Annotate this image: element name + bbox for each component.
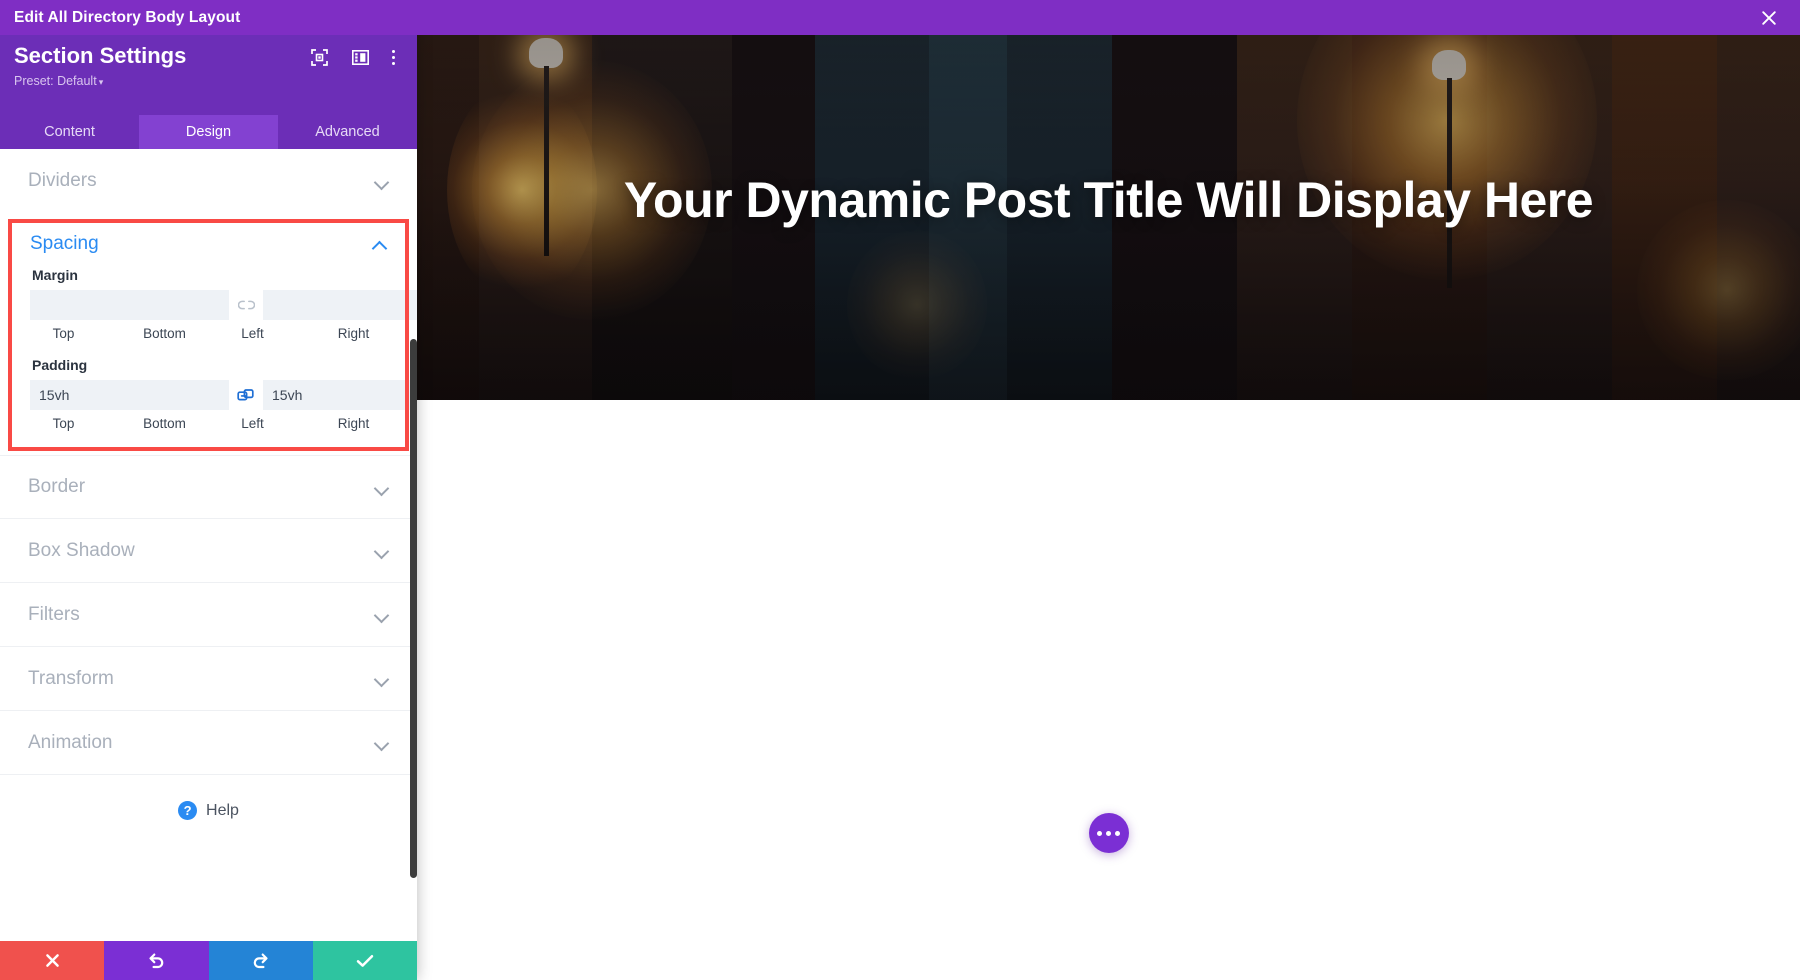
margin-top-label: Top [52,326,75,341]
panel-scrollbar[interactable] [410,149,417,941]
link-connected-icon[interactable] [229,380,263,410]
page-body-area [417,400,1800,980]
preset-selector[interactable]: Preset: Default ▾ [14,74,186,88]
chevron-down-icon [375,674,389,683]
section-settings-panel: Edit All Directory Body Layout Section S… [0,0,417,980]
ellipsis-icon [1097,830,1102,836]
check-icon [356,954,374,967]
chevron-down-icon [375,546,389,555]
padding-bottom-input[interactable] [263,380,417,410]
preset-label: Preset: Default [14,74,97,89]
margin-labels-row: Top Bottom Left Right [30,326,387,341]
padding-labels-row: Top Bottom Left Right [30,416,387,431]
accordion-spacing-label: Spacing [30,233,99,254]
padding-group-label: Padding [32,357,88,373]
divi-visual-builder-screen: Edit All Directory Body Layout Section S… [0,0,1800,980]
question-circle-icon: ? [178,801,198,820]
panel-action-bar [0,941,417,980]
close-window-button[interactable] [1758,7,1780,29]
accordion-box-shadow[interactable]: Box Shadow [0,519,417,583]
accordion-box-shadow-label: Box Shadow [28,539,135,561]
accordion-spacing-header[interactable]: Spacing [30,233,387,255]
accordion-transform-label: Transform [28,667,114,689]
settings-tabs: Content Design Advanced [0,115,417,149]
link-broken-icon[interactable] [229,290,263,320]
accordion-filters-label: Filters [28,603,80,625]
scrollbar-thumb[interactable] [410,339,417,878]
ellipsis-icon [1106,830,1111,836]
accordion-border-label: Border [28,476,86,497]
padding-top-label: Top [52,416,75,431]
accordion-dividers-label: Dividers [28,170,97,191]
window-titlebar: Edit All Directory Body Layout [0,0,417,35]
accordion-border[interactable]: Border [0,455,417,519]
chevron-down-icon [375,177,389,186]
margin-top-input[interactable] [30,290,229,320]
page-title: Section Settings [14,43,187,68]
accordion-transform[interactable]: Transform [0,647,417,711]
panel-header: Section Settings Preset: Default ▾ [0,35,417,115]
window-titlebar-right [417,0,1800,35]
ellipsis-icon [1115,830,1120,836]
margin-bottom-label: Bottom [143,326,186,341]
padding-top-input[interactable] [30,380,229,410]
close-icon [1762,11,1776,25]
tab-content[interactable]: Content [0,115,139,149]
tab-advanced[interactable]: Advanced [278,115,417,149]
cancel-button[interactable] [0,941,105,980]
accordion-filters[interactable]: Filters [0,583,417,647]
margin-bottom-input[interactable] [263,290,417,320]
chevron-down-icon: ▾ [98,77,104,88]
page-settings-button[interactable] [1088,813,1129,853]
more-vertical-icon[interactable] [392,49,395,65]
page-preview: Your Dynamic Post Title Will Display Her… [417,0,1800,980]
accordion-animation-label: Animation [28,731,113,753]
margin-left-label: Left [241,326,264,341]
redo-button[interactable] [208,941,313,980]
undo-icon [149,953,164,969]
margin-right-label: Right [337,326,370,341]
help-label: Help [206,801,239,819]
margin-fields-row [30,290,417,320]
layout-columns-icon[interactable] [351,48,369,66]
close-icon [45,954,59,967]
window-title: Edit All Directory Body Layout [14,8,241,26]
padding-bottom-label: Bottom [143,416,186,431]
focus-target-icon[interactable] [310,48,328,66]
hero-section[interactable]: Your Dynamic Post Title Will Display Her… [417,0,1800,400]
chevron-down-icon [375,738,389,747]
save-button[interactable] [312,941,417,980]
chevron-down-icon [375,610,389,619]
hero-title: Your Dynamic Post Title Will Display Her… [623,172,1594,228]
padding-right-label: Right [337,416,370,431]
settings-scroll-area[interactable]: Dividers Spacing Margin Top Bottom Left … [0,149,417,941]
undo-button[interactable] [104,941,209,980]
accordion-animation[interactable]: Animation [0,711,417,775]
accordion-spacing: Spacing Margin Top Bottom Left Right Pad… [8,219,417,451]
tab-design[interactable]: Design [139,115,278,149]
chevron-up-icon [373,240,387,249]
accordion-dividers[interactable]: Dividers [0,149,417,213]
margin-group-label: Margin [32,267,78,283]
help-button[interactable]: ? Help [0,775,417,820]
padding-left-label: Left [241,416,264,431]
chevron-down-icon [375,483,389,492]
padding-fields-row [30,380,417,410]
redo-icon [253,953,268,969]
